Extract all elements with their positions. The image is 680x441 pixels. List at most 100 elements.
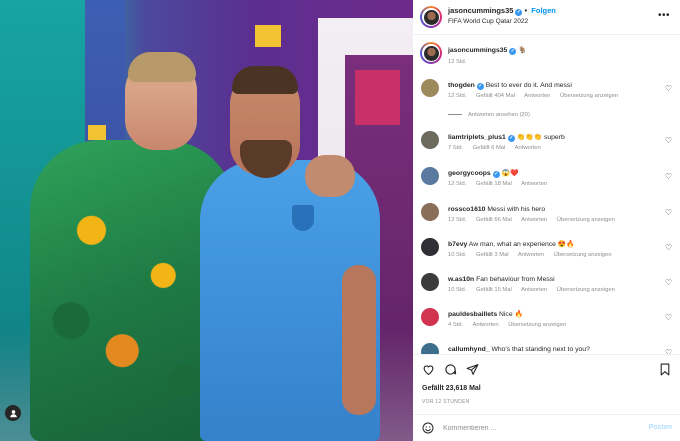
dot-separator: • bbox=[524, 6, 528, 15]
caption-avatar[interactable] bbox=[420, 42, 442, 64]
reply-button[interactable]: Antworten bbox=[524, 93, 550, 99]
comment-icon[interactable] bbox=[444, 363, 457, 379]
share-icon[interactable] bbox=[466, 363, 479, 379]
post-location[interactable]: FIFA World Cup Qatar 2022 bbox=[448, 18, 528, 25]
translate-button[interactable]: Übersetzung anzeigen bbox=[557, 287, 615, 293]
comment-item: pauldesbaillets Nice 🔥 4 Std. Antworten … bbox=[413, 308, 680, 336]
caption-row: jasoncummings35 ✓ 🐐 12 Std. bbox=[413, 42, 680, 72]
post-header: jasoncummings35 ✓ • Folgen FIFA World Cup… bbox=[413, 0, 680, 35]
comment-text: thogden ✓ Best to ever do it. And messi bbox=[448, 81, 658, 90]
commenter-avatar[interactable] bbox=[421, 273, 439, 291]
photo-shirt-crest bbox=[292, 205, 314, 231]
heart-icon[interactable] bbox=[422, 363, 435, 379]
translate-button[interactable]: Übersetzung anzeigen bbox=[560, 93, 618, 99]
comment-item: liamtriplets_plus1 ✓ 👏👏👏 superb 7 Std. Ge… bbox=[413, 131, 680, 159]
emoji-icon[interactable] bbox=[422, 422, 434, 437]
reply-button[interactable]: Antworten bbox=[521, 287, 547, 293]
verified-badge-icon: ✓ bbox=[515, 9, 523, 16]
comment-like-count[interactable]: Gefällt 18 Mal bbox=[476, 181, 512, 187]
comment-body: Aw man, what an experience 😍🔥 bbox=[468, 241, 575, 248]
comment-username[interactable]: liamtriplets_plus1 bbox=[448, 134, 506, 141]
commenter-avatar[interactable] bbox=[421, 308, 439, 326]
tagged-user-icon[interactable] bbox=[5, 405, 21, 421]
comment-username[interactable]: pauldesbaillets bbox=[448, 311, 497, 318]
follow-button[interactable]: Folgen bbox=[531, 6, 556, 15]
comment-heart-icon[interactable]: ♡ bbox=[665, 208, 672, 217]
comment-body: Who's that standing next to you? bbox=[491, 346, 590, 353]
photo-background-tile bbox=[88, 125, 106, 140]
comment-time: 12 Std. bbox=[448, 181, 467, 187]
comment-text: b7evy Aw man, what an experience 😍🔥 bbox=[448, 240, 658, 249]
comment-body: Nice 🔥 bbox=[499, 311, 523, 318]
comment-item: thogden ✓ Best to ever do it. And messi 1… bbox=[413, 79, 680, 123]
like-count[interactable]: Gefällt 23,618 Mal bbox=[422, 385, 481, 392]
comment-meta: 4 Std. Antworten Übersetzung anzeigen bbox=[448, 322, 574, 328]
commenter-avatar[interactable] bbox=[421, 203, 439, 221]
reply-button[interactable]: Antworten bbox=[515, 145, 541, 151]
comment-meta: 12 Std. Gefällt 66 Mal Antworten Überset… bbox=[448, 217, 623, 223]
commenter-avatar[interactable] bbox=[421, 131, 439, 149]
reply-button[interactable]: Antworten bbox=[518, 252, 544, 258]
comment-item: b7evy Aw man, what an experience 😍🔥 10 S… bbox=[413, 238, 680, 266]
commenter-avatar[interactable] bbox=[421, 79, 439, 97]
comment-like-count[interactable]: Gefällt 404 Mal bbox=[476, 93, 515, 99]
comment-meta: 10 Std. Gefällt 15 Mal Antworten Überset… bbox=[448, 287, 623, 293]
comment-heart-icon[interactable]: ♡ bbox=[665, 172, 672, 181]
comment-time: 12 Std. bbox=[448, 93, 467, 99]
comment-heart-icon[interactable]: ♡ bbox=[665, 243, 672, 252]
bookmark-icon[interactable] bbox=[659, 363, 671, 379]
author-username[interactable]: jasoncummings35 bbox=[448, 6, 513, 15]
post-comment-button[interactable]: Posten bbox=[649, 424, 672, 431]
photo-hand-on-shoulder bbox=[305, 155, 355, 197]
add-comment-bar: Posten bbox=[413, 414, 680, 441]
comment-meta: 12 Std. Gefällt 404 Mal Antworten Überse… bbox=[448, 93, 626, 99]
comment-username[interactable]: w.as10n bbox=[448, 276, 474, 283]
reply-button[interactable]: Antworten bbox=[521, 181, 547, 187]
more-options-icon[interactable]: ••• bbox=[658, 10, 670, 21]
comment-like-count[interactable]: Gefällt 66 Mal bbox=[476, 217, 512, 223]
caption-time: 12 Std. bbox=[448, 59, 467, 65]
reply-button[interactable]: Antworten bbox=[472, 322, 498, 328]
view-replies-button[interactable]: Antworten ansehen (20) bbox=[448, 112, 530, 118]
comment-item: w.as10n Fan behaviour from Messi 10 Std.… bbox=[413, 273, 680, 301]
comment-username[interactable]: b7evy bbox=[448, 241, 467, 248]
commenter-avatar[interactable] bbox=[421, 343, 439, 354]
translate-button[interactable]: Übersetzung anzeigen bbox=[508, 322, 566, 328]
comment-heart-icon[interactable]: ♡ bbox=[665, 136, 672, 145]
comment-heart-icon[interactable]: ♡ bbox=[665, 313, 672, 322]
author-avatar[interactable] bbox=[420, 6, 442, 28]
comments-list[interactable]: jasoncummings35 ✓ 🐐 12 Std. thogden ✓ Best… bbox=[413, 36, 680, 354]
comment-text: liamtriplets_plus1 ✓ 👏👏👏 superb bbox=[448, 133, 658, 142]
photo-person-right-hair bbox=[232, 66, 298, 94]
comment-like-count[interactable]: Gefällt 15 Mal bbox=[476, 287, 512, 293]
comment-username[interactable]: callumhynd_ bbox=[448, 346, 490, 353]
comment-username[interactable]: rossco1610 bbox=[448, 206, 485, 213]
comment-like-count[interactable]: Gefällt 6 Mal bbox=[473, 145, 506, 151]
comment-like-count[interactable]: Gefällt 3 Mal bbox=[476, 252, 509, 258]
comment-username[interactable]: thogden bbox=[448, 82, 475, 89]
photo-person-right-arm bbox=[342, 265, 376, 415]
post-side-panel: jasoncummings35 ✓ • Folgen FIFA World Cup… bbox=[413, 0, 680, 441]
post-photo[interactable] bbox=[0, 0, 413, 441]
comment-heart-icon[interactable]: ♡ bbox=[665, 278, 672, 287]
comment-body: 👏👏👏 superb bbox=[516, 134, 565, 141]
comment-text: callumhynd_ Who's that standing next to … bbox=[448, 345, 658, 354]
post-date: VOR 12 STUNDEN bbox=[422, 399, 470, 405]
comment-text: pauldesbaillets Nice 🔥 bbox=[448, 310, 658, 319]
caption-username[interactable]: jasoncummings35 bbox=[448, 47, 507, 54]
comment-heart-icon[interactable]: ♡ bbox=[665, 84, 672, 93]
commenter-avatar[interactable] bbox=[421, 167, 439, 185]
comment-time: 12 Std. bbox=[448, 217, 467, 223]
comment-meta: 12 Std. Gefällt 18 Mal Antworten bbox=[448, 181, 555, 187]
caption-emoji: 🐐 bbox=[518, 47, 527, 54]
reply-button[interactable]: Antworten bbox=[521, 217, 547, 223]
commenter-avatar[interactable] bbox=[421, 238, 439, 256]
comment-username[interactable]: georgycoops bbox=[448, 170, 491, 177]
comment-item: callumhynd_ Who's that standing next to … bbox=[413, 343, 680, 354]
comment-input[interactable] bbox=[443, 422, 623, 435]
comment-meta: 7 Std. Gefällt 6 Mal Antworten bbox=[448, 145, 549, 151]
translate-button[interactable]: Übersetzung anzeigen bbox=[554, 252, 612, 258]
verified-badge-icon: ✓ bbox=[476, 83, 484, 90]
caption-text: jasoncummings35 ✓ 🐐 bbox=[448, 46, 658, 55]
translate-button[interactable]: Übersetzung anzeigen bbox=[557, 217, 615, 223]
